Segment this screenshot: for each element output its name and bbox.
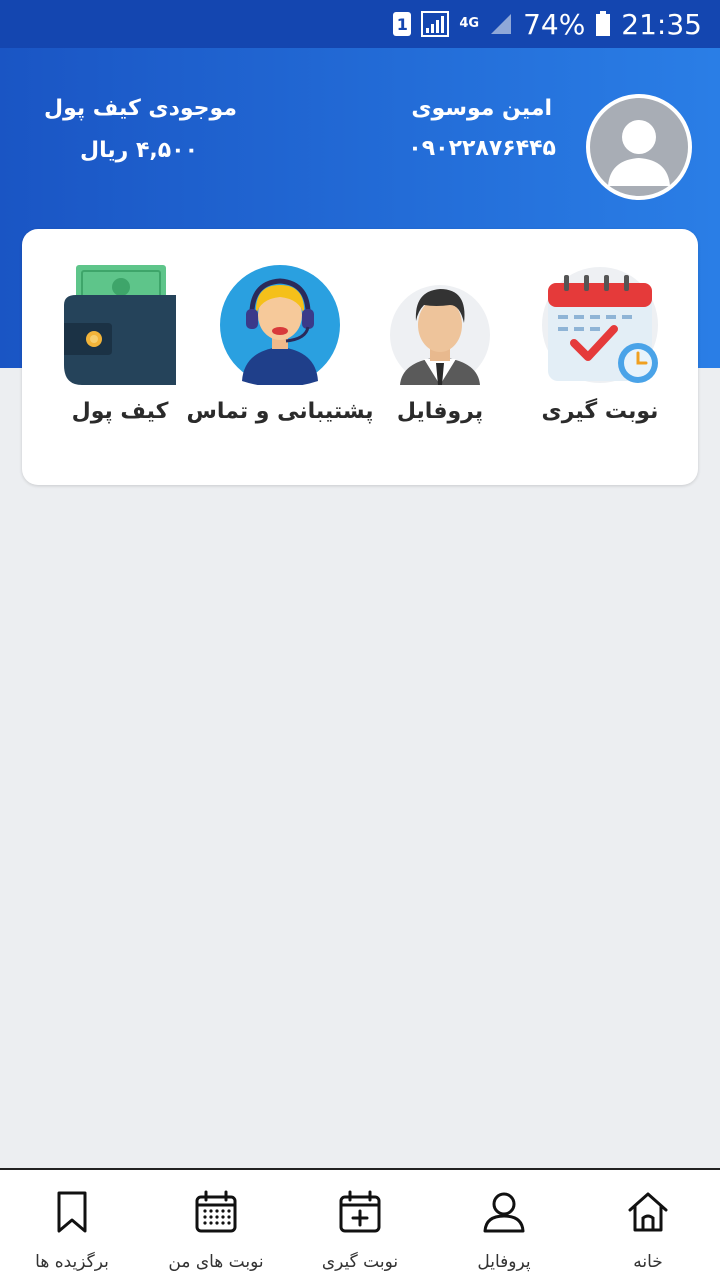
network-type-label: 4G <box>459 16 480 31</box>
avatar[interactable] <box>586 94 692 200</box>
service-tile-profile[interactable]: پروفایل <box>360 265 520 445</box>
nav-item-favorites[interactable]: برگزیده ها <box>0 1170 144 1282</box>
sim-slot-icon: 1 <box>393 12 412 36</box>
calendar-check-icon <box>542 267 658 383</box>
nav-item-my-appointments[interactable]: نوبت های من <box>144 1170 288 1282</box>
nav-label-my-appointments: نوبت های من <box>168 1252 264 1272</box>
nav-label-favorites: برگزیده ها <box>35 1252 109 1272</box>
nav-item-booking[interactable]: نوبت گیری <box>288 1170 432 1282</box>
home-icon <box>628 1192 668 1232</box>
signal-icon <box>421 11 450 37</box>
service-tile-booking[interactable]: نوبت گیری <box>520 265 680 445</box>
bottom-navigation: خانه پروفایل نوبت گیری نوبت های من برگزی… <box>0 1168 720 1282</box>
nav-label-booking: نوبت گیری <box>321 1252 399 1272</box>
nav-label-profile: پروفایل <box>477 1252 531 1272</box>
services-card: نوبت گیری پروفایل پشتیبانی و تماس کیف پو… <box>22 229 698 485</box>
network-type-icon: 4G <box>459 16 480 31</box>
battery-icon <box>595 11 611 37</box>
status-icons: 1 4G 74% 21:35 <box>393 0 702 48</box>
service-tile-support[interactable]: پشتیبانی و تماس <box>187 265 374 445</box>
service-label-wallet: کیف پول <box>71 399 169 424</box>
clock: 21:35 <box>621 7 702 41</box>
calendar-grid-icon <box>195 1190 237 1233</box>
user-name: امین موسوی <box>411 96 552 121</box>
support-agent-icon <box>220 265 340 385</box>
businessman-icon <box>390 285 490 385</box>
bookmark-icon <box>57 1191 87 1233</box>
nav-item-home[interactable]: خانه <box>576 1170 720 1282</box>
battery-percent: 74% <box>523 7 586 41</box>
calendar-plus-icon <box>339 1190 381 1233</box>
nav-label-home: خانه <box>633 1252 663 1272</box>
user-phone: ۰۹۰۲۲۸۷۶۴۴۵ <box>408 136 556 161</box>
cellular-signal-icon <box>489 12 513 36</box>
status-bar: 1 4G 74% 21:35 <box>0 0 720 48</box>
default-avatar-icon <box>590 98 688 196</box>
nav-item-profile[interactable]: پروفایل <box>432 1170 576 1282</box>
service-tile-wallet[interactable]: کیف پول <box>40 265 200 445</box>
wallet-balance-title: موجودی کیف پول <box>44 96 237 121</box>
wallet-balance-amount: ۴,۵۰۰ ریال <box>80 138 199 163</box>
wallet-icon <box>64 265 176 385</box>
user-icon <box>483 1192 525 1233</box>
